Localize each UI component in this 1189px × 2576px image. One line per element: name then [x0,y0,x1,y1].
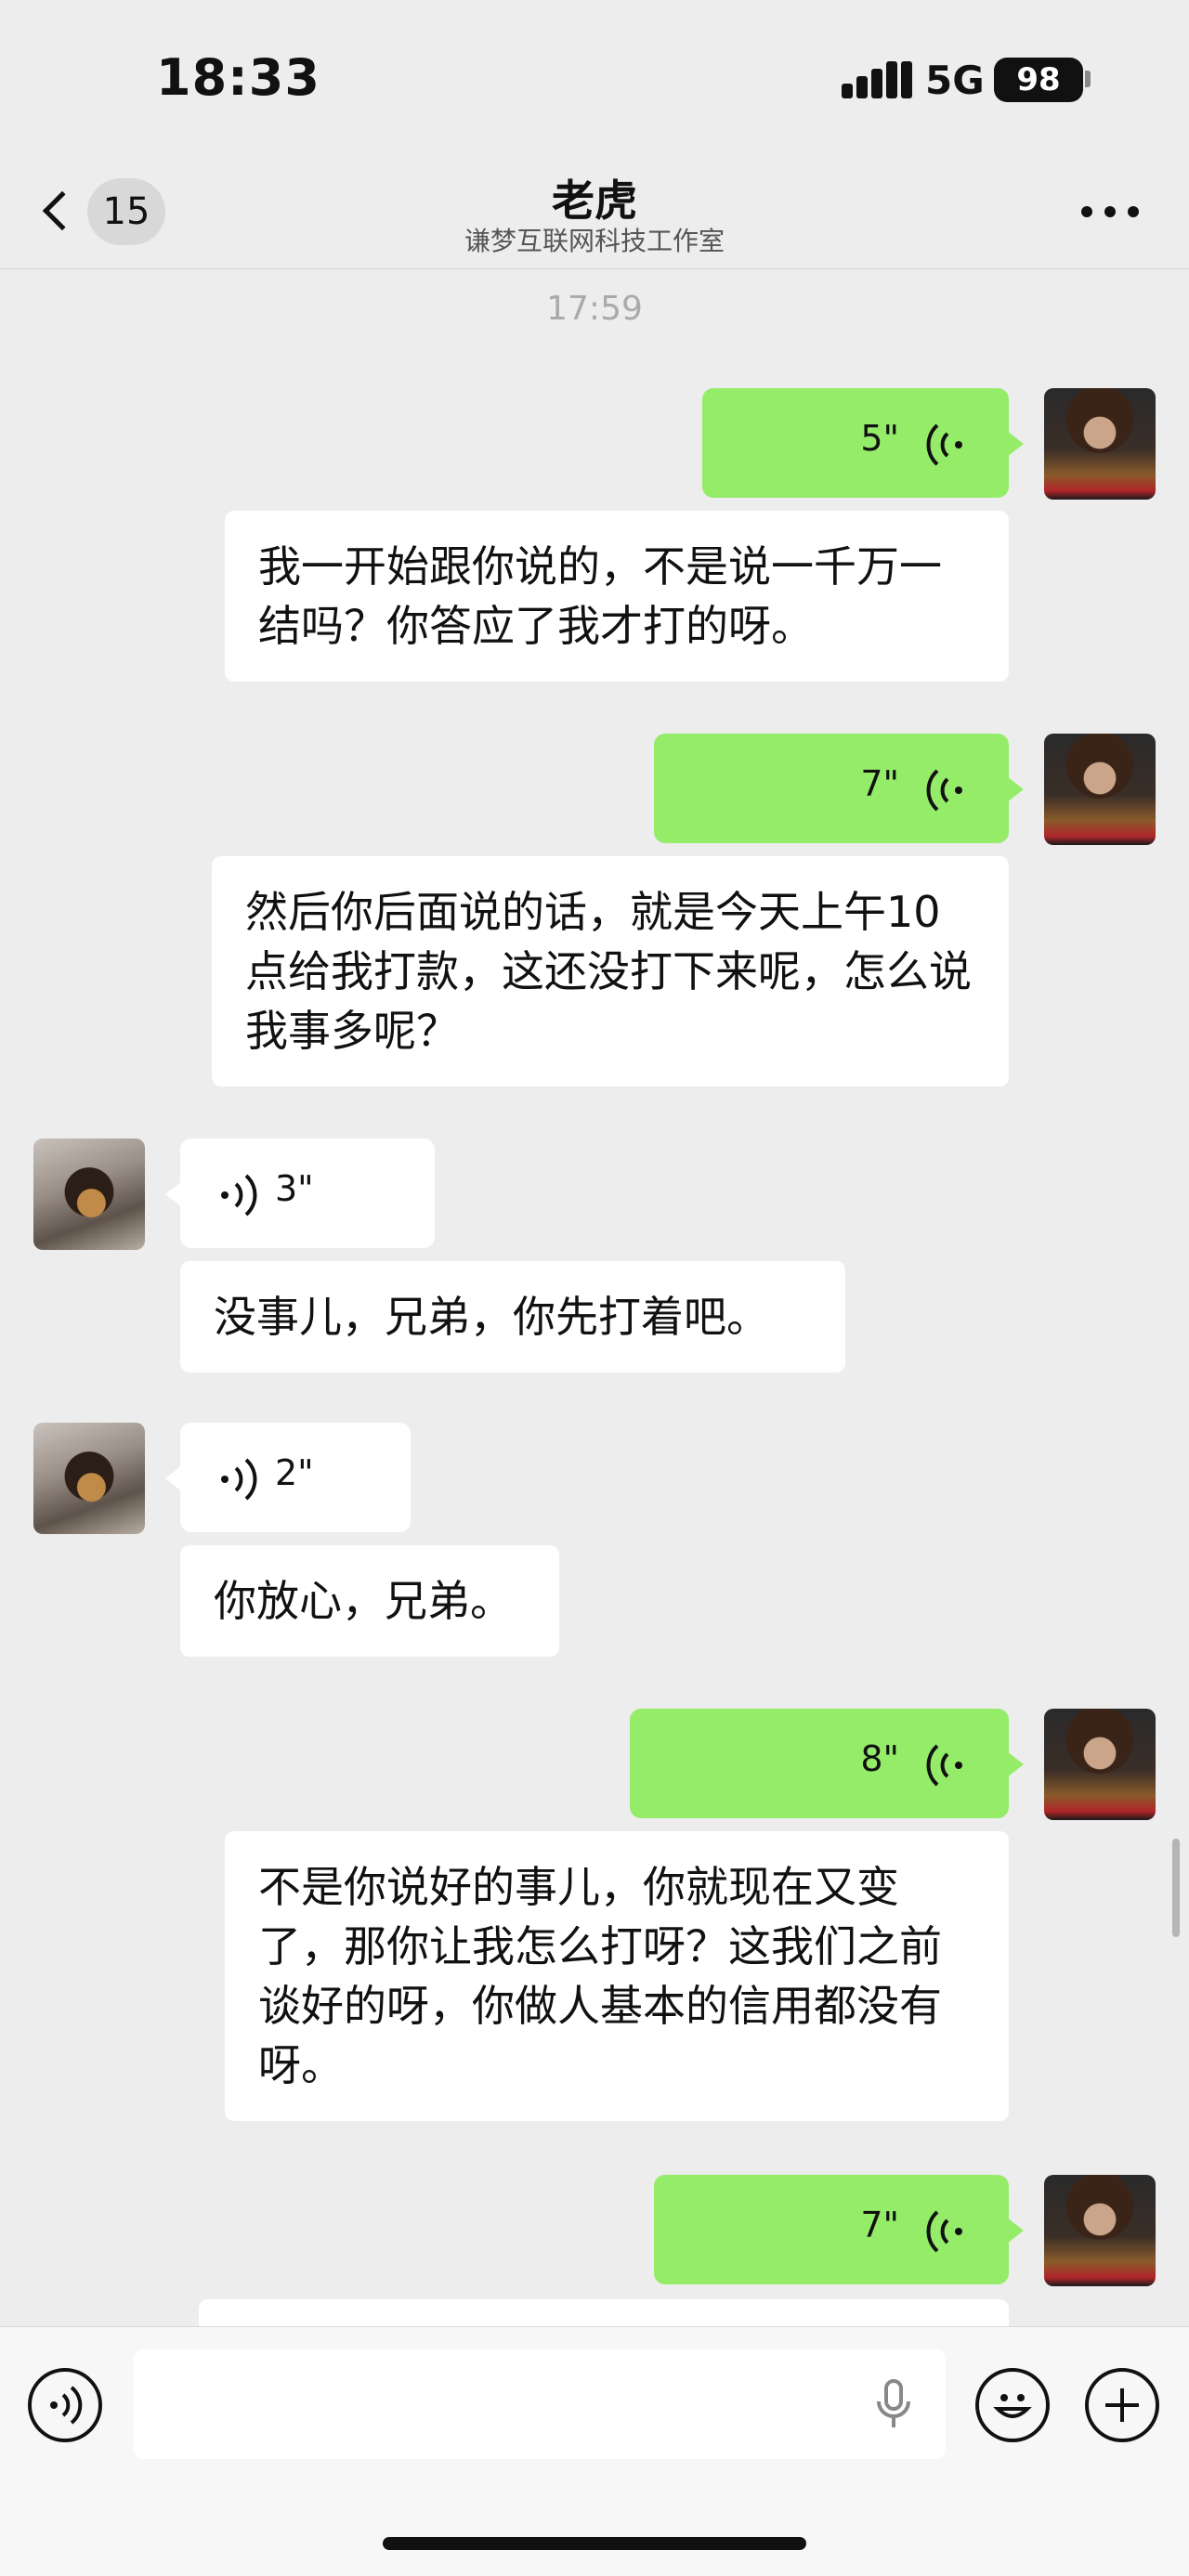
message-timestamp: 17:59 [546,290,643,328]
voice-wave-icon [926,423,962,466]
voice-input-button[interactable] [28,2368,102,2442]
plus-button[interactable] [1085,2368,1159,2442]
voice-duration: 7" [860,2205,899,2245]
scrollbar[interactable] [1172,1839,1180,1937]
voice-wave-icon [221,1458,257,1501]
my-avatar[interactable] [1044,1709,1156,1820]
chat-header: 15 老虎 谦梦互联网科技工作室 [0,158,1189,269]
contact-avatar[interactable] [33,1138,145,1250]
voice-duration: 5" [860,418,899,459]
status-time: 18:33 [156,48,320,107]
voice-message[interactable]: 7" [654,734,1024,843]
voice-wave-icon [926,1744,962,1787]
status-bar: 18:33 5G 98 [0,0,1189,158]
my-avatar[interactable] [1044,2175,1156,2286]
contact-avatar[interactable] [33,1423,145,1534]
voice-transcript: 我一开始跟你说的，不是说一千万一结吗？你答应了我才打的呀。 [225,511,1009,682]
voice-message[interactable]: 3" [165,1138,435,1248]
voice-wave-icon [221,1174,257,1216]
voice-message[interactable]: 8" [630,1709,1024,1818]
voice-transcript: 没事儿，兄弟，你先打着吧。 [180,1261,845,1373]
battery-tip [1085,71,1091,87]
voice-message[interactable]: 5" [702,388,1024,498]
emoji-icon [993,2394,1032,2418]
chat-subtitle: 谦梦互联网科技工作室 [464,226,725,256]
voice-duration: 2" [275,1452,314,1493]
voice-transcript: 不是你说好的事儿，你就现在又变了，那你让我怎么打呀？这我们之前谈好的呀，你做人基… [225,1831,1009,2121]
voice-message[interactable]: 7" [654,2175,1024,2284]
chat-title: 老虎 [552,176,637,226]
more-icon[interactable] [1081,206,1139,221]
voice-message[interactable]: 2" [165,1423,411,1532]
voice-duration: 8" [860,1738,899,1779]
voice-duration: 7" [860,763,899,804]
voice-duration: 3" [275,1168,314,1209]
voice-input-icon [50,2386,83,2425]
my-avatar[interactable] [1044,734,1156,845]
voice-transcript: 你放心，兄弟。 [180,1545,559,1657]
microphone-icon[interactable] [875,2379,912,2431]
home-indicator [383,2537,806,2550]
voice-wave-icon [926,2210,962,2253]
signal-icon [842,61,912,98]
voice-transcript: 然后你后面说的话，就是今天上午10点给我打款，这还没打下来呢，怎么说我事多呢？ [212,856,1009,1086]
network-type: 5G [925,58,985,103]
plus-icon [1105,2388,1139,2422]
emoji-button[interactable] [975,2368,1050,2442]
message-input[interactable] [134,2349,946,2459]
my-avatar[interactable] [1044,388,1156,500]
voice-wave-icon [926,769,962,812]
battery-indicator: 98 [994,58,1083,102]
